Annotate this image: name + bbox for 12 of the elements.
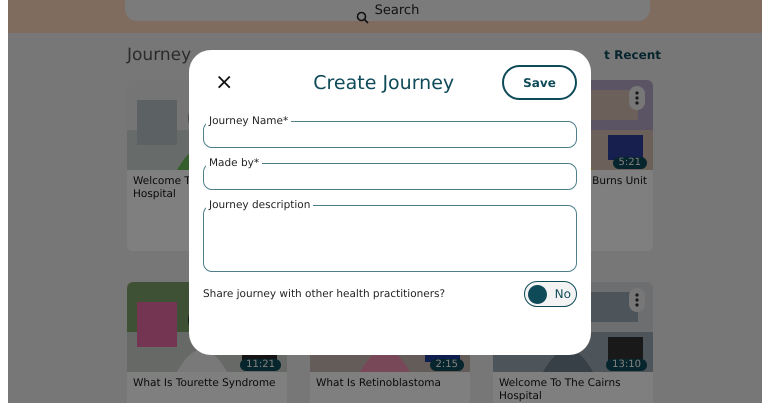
video-title: Welcome To The Cairns Hospital (499, 377, 621, 403)
duration-badge: 13:10 (606, 359, 647, 371)
video-title: What Is Retinoblastoma (316, 377, 441, 390)
video-title: What Is Tourette Syndrome (133, 377, 276, 390)
duration-badge: 5:21 (612, 157, 647, 169)
dialog-title: Create Journey (313, 72, 454, 94)
duration-badge: 11:21 (240, 359, 281, 371)
duration-badge: 2:15 (430, 359, 464, 371)
section-heading: Journey (127, 45, 192, 65)
search-placeholder: Search (374, 3, 420, 18)
share-question: Share journey with other health practitioners? (203, 288, 446, 300)
video-title: Burns Unit (592, 175, 647, 188)
